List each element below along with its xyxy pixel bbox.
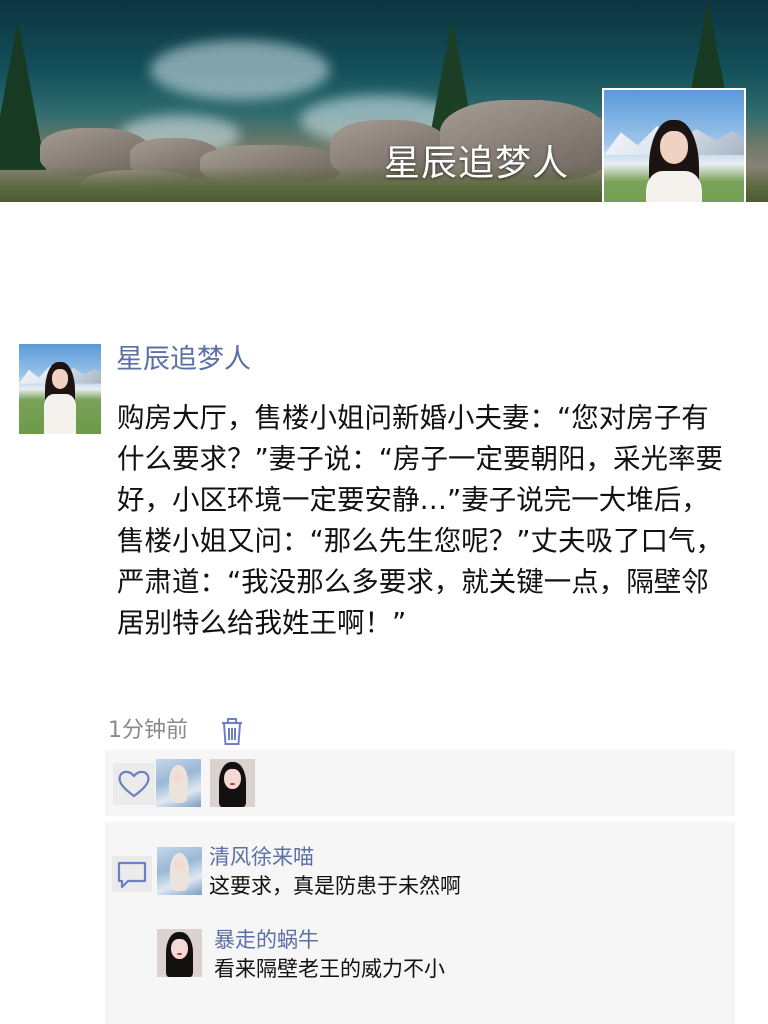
trash-icon[interactable] bbox=[220, 716, 244, 746]
commenter-avatar[interactable] bbox=[157, 929, 202, 977]
comment-icon[interactable] bbox=[112, 856, 152, 892]
likes-panel bbox=[105, 750, 735, 816]
liker-avatar[interactable] bbox=[210, 759, 255, 807]
heart-icon[interactable] bbox=[113, 763, 155, 805]
post-author-avatar[interactable] bbox=[19, 344, 101, 434]
comment-text: 这要求，真是防患于未然啊 bbox=[209, 874, 461, 898]
cover-photo[interactable]: 星辰追梦人 bbox=[0, 0, 768, 202]
comment-author[interactable]: 清风徐来喵 bbox=[209, 843, 314, 871]
post-content: 购房大厅，售楼小姐问新婚小夫妻：“您对房子有什么要求？”妻子说：“房子一定要朝阳… bbox=[117, 402, 723, 639]
comments-panel: 清风徐来喵 这要求，真是防患于未然啊 暴走的蜗牛 看来隔壁老王的威力不小 bbox=[105, 822, 735, 1024]
post-author-name[interactable]: 星辰追梦人 bbox=[116, 341, 251, 379]
cover-username: 星辰追梦人 bbox=[384, 143, 570, 184]
comment-author[interactable]: 暴走的蜗牛 bbox=[214, 926, 319, 954]
liker-avatar[interactable] bbox=[156, 759, 201, 807]
comment-text: 看来隔壁老王的威力不小 bbox=[214, 957, 445, 981]
profile-avatar[interactable] bbox=[602, 88, 746, 202]
commenter-avatar[interactable] bbox=[157, 847, 202, 895]
post-timestamp: 1分钟前 bbox=[108, 718, 188, 743]
